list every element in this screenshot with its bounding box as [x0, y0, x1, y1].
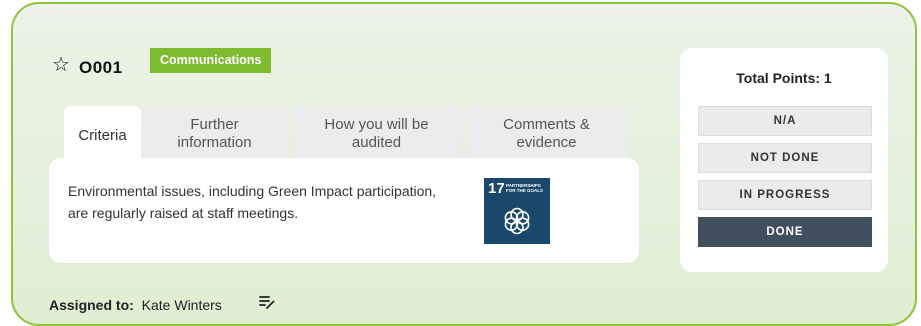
criterion-card: ☆ O001 Communications Criteria Further i… — [11, 2, 917, 326]
sdg-number: 17 — [488, 180, 505, 197]
tab-further-information[interactable]: Further information — [142, 106, 287, 162]
tab-label: How you will be audited — [324, 116, 429, 151]
total-points: Total Points: 1 — [736, 70, 832, 86]
points-card: Total Points: 1 N/A NOT DONE IN PROGRESS… — [680, 48, 888, 272]
partnership-flower-icon — [504, 207, 530, 235]
status-na-button[interactable]: N/A — [698, 106, 872, 136]
criteria-text: Environmental issues, including Green Im… — [68, 183, 437, 221]
tab-label: Comments & evidence — [503, 116, 590, 151]
assigned-label: Assigned to: — [49, 297, 134, 313]
status-not-done-button[interactable]: NOT DONE — [698, 143, 872, 173]
sdg-title: PARTNERSHIPS FOR THE GOALS — [506, 183, 543, 193]
assignee-name: Kate Winters — [141, 297, 222, 313]
sdg-17-badge: 17 PARTNERSHIPS FOR THE GOALS — [484, 178, 550, 244]
status-in-progress-button[interactable]: IN PROGRESS — [698, 180, 872, 210]
status-done-button[interactable]: DONE — [698, 217, 872, 247]
tab-comments-evidence[interactable]: Comments & evidence — [466, 106, 627, 162]
edit-list-icon[interactable] — [259, 295, 275, 309]
category-badge: Communications — [150, 48, 272, 73]
tab-how-audited[interactable]: How you will be audited — [291, 106, 462, 162]
star-outline-icon[interactable]: ☆ — [52, 55, 70, 75]
tab-criteria[interactable]: Criteria — [64, 106, 141, 166]
assigned-to: Assigned to: Kate Winters — [49, 297, 222, 313]
tab-content-panel: Environmental issues, including Green Im… — [49, 158, 639, 263]
tab-label: Further information — [177, 116, 252, 151]
criterion-code: O001 — [79, 58, 123, 77]
tab-label: Criteria — [78, 127, 127, 144]
